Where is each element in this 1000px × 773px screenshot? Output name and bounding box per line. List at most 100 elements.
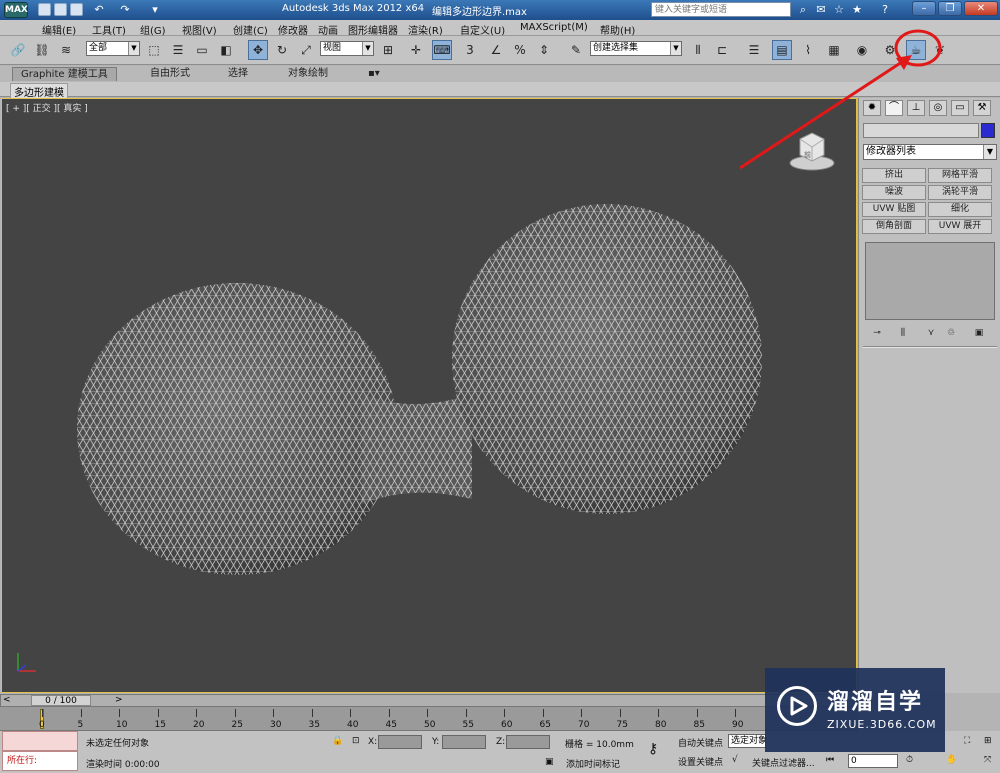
time-config-icon[interactable]: ⏱ (906, 755, 913, 765)
bevel-profile-button[interactable]: 倒角剖面 (862, 219, 926, 234)
restore-button[interactable]: ❐ (938, 1, 962, 16)
time-tag-icon[interactable]: ▣ (545, 757, 554, 767)
menu-tools[interactable]: 工具(T) (92, 22, 126, 37)
set-key-label[interactable]: 设置关键点 (678, 755, 723, 768)
rectangular-selection-icon[interactable]: ▭ (192, 40, 212, 60)
z-coordinate-field[interactable] (506, 735, 550, 749)
named-selection-select[interactable]: 创建选择集 ▼ (590, 41, 682, 56)
ribbon-options-icon[interactable]: ▪▾ (360, 67, 388, 81)
add-time-tag-label[interactable]: 添加时间标记 (566, 757, 620, 770)
extrude-button[interactable]: 挤出 (862, 168, 926, 183)
link-icon[interactable]: 🔗 (8, 40, 28, 60)
viewport-label[interactable]: [ + ][ 正交 ][ 真实 ] (6, 101, 88, 114)
show-end-result-icon[interactable]: ⫼ (895, 326, 911, 340)
menu-views[interactable]: 视图(V) (182, 22, 217, 37)
select-rotate-icon[interactable]: ↻ (272, 40, 292, 60)
menu-modifiers[interactable]: 修改器 (278, 22, 308, 37)
create-tab-icon[interactable]: ✹ (863, 100, 881, 116)
tab-graphite-modeling[interactable]: Graphite 建模工具 (12, 67, 117, 81)
percent-snap-icon[interactable]: % (510, 40, 530, 60)
motion-tab-icon[interactable]: ◎ (929, 100, 947, 116)
selected-objects-select[interactable]: 选定对象 (728, 734, 767, 748)
select-manipulate-icon[interactable]: ✛ (406, 40, 426, 60)
minimize-button[interactable]: – (912, 1, 936, 16)
favorites-icon[interactable]: ☆ (832, 3, 846, 17)
new-file-icon[interactable] (38, 3, 51, 16)
hierarchy-tab-icon[interactable]: ⊥ (907, 100, 925, 116)
window-crossing-icon[interactable]: ◧ (216, 40, 236, 60)
spinner-snap-icon[interactable]: ⇕ (534, 40, 554, 60)
turbosmooth-button[interactable]: 涡轮平滑 (928, 185, 992, 200)
layer-manager-icon[interactable]: ☰ (744, 40, 764, 60)
viewcube[interactable]: 前 (788, 127, 836, 171)
key-filters-button[interactable]: 关键点过滤器... (752, 756, 815, 769)
render-production-icon[interactable]: ❦ (930, 40, 950, 60)
maxscript-listener-input[interactable] (2, 731, 78, 751)
edit-named-selection-icon[interactable]: ✎ (566, 40, 586, 60)
menu-help[interactable]: 帮助(H) (600, 22, 635, 37)
help-icon[interactable]: ? (878, 3, 892, 17)
make-unique-icon[interactable]: ⋎ (923, 326, 939, 340)
meshsmooth-button[interactable]: 网格平滑 (928, 168, 992, 183)
slider-prev-icon[interactable]: < (3, 695, 11, 705)
unlink-icon[interactable]: ⛓ (32, 40, 52, 60)
close-button[interactable]: ✕ (964, 1, 998, 16)
material-editor-icon[interactable]: ◉ (852, 40, 872, 60)
communication-center-icon[interactable]: ✉ (814, 3, 828, 17)
tessellate-button[interactable]: 细化 (928, 202, 992, 217)
remove-modifier-icon[interactable]: ♲ (943, 326, 959, 340)
zoom-all-icon[interactable]: ⊞ (984, 736, 992, 746)
mirror-icon[interactable]: ⫴ (688, 40, 708, 60)
current-frame-field[interactable]: 0 (848, 754, 898, 768)
maximize-viewport-icon[interactable]: ⤧ (984, 755, 991, 765)
time-slider[interactable]: 0 / 100 < > (0, 694, 858, 707)
quick-access-dropdown-icon[interactable]: ▾ (148, 3, 162, 17)
track-bar[interactable]: 0 5 10 15 20 25 30 35 40 45 50 55 60 65 70 75 80 85 90 (0, 707, 858, 731)
select-scale-icon[interactable]: ⤢ (296, 40, 316, 60)
menu-group[interactable]: 组(G) (140, 22, 166, 37)
x-coordinate-field[interactable] (378, 735, 422, 749)
uvw-map-button[interactable]: UVW 贴图 (862, 202, 926, 217)
modifier-list-select[interactable]: 修改器列表 ▼ (863, 144, 997, 160)
modify-tab-icon[interactable]: ⌒ (885, 100, 903, 116)
lock-selection-icon[interactable]: 🔒 (332, 736, 343, 746)
configure-sets-icon[interactable]: ▣ (971, 326, 987, 340)
reference-coordinate-select[interactable]: 视图 ▼ (320, 41, 374, 56)
menu-animation[interactable]: 动画 (318, 22, 338, 37)
render-setup-icon[interactable]: ⚙ (880, 40, 900, 60)
absolute-mode-icon[interactable]: ⊡ (352, 736, 360, 746)
rendered-frame-window-icon[interactable]: ☕ (906, 40, 926, 60)
help-search-input[interactable] (651, 2, 791, 17)
menu-edit[interactable]: 编辑(E) (42, 22, 76, 37)
noise-button[interactable]: 噪波 (862, 185, 926, 200)
keyboard-shortcut-override-icon[interactable]: ⌨ (432, 40, 452, 60)
tab-freeform[interactable]: 自由形式 (142, 67, 198, 81)
go-to-start-icon[interactable]: ⏮ (826, 755, 834, 765)
align-icon[interactable]: ⊏ (712, 40, 732, 60)
pivot-center-icon[interactable]: ⊞ (378, 40, 398, 60)
unwrap-uvw-button[interactable]: UVW 展开 (928, 219, 992, 234)
select-object-icon[interactable]: ⬚ (144, 40, 164, 60)
select-move-icon[interactable]: ✥ (248, 40, 268, 60)
y-coordinate-field[interactable] (442, 735, 486, 749)
snaps-toggle-icon[interactable]: 3 (460, 40, 480, 60)
redo-icon[interactable]: ↷ (118, 3, 132, 17)
modifier-stack[interactable] (865, 242, 995, 320)
object-name-field[interactable] (863, 123, 979, 138)
undo-icon[interactable]: ↶ (92, 3, 106, 17)
slider-next-icon[interactable]: > (115, 695, 123, 705)
utilities-tab-icon[interactable]: ⚒ (973, 100, 991, 116)
maxscript-line[interactable]: 所在行: (2, 751, 78, 771)
menu-customize[interactable]: 自定义(U) (460, 22, 505, 37)
app-menu-button[interactable]: MAX (4, 2, 28, 18)
binoculars-icon[interactable]: ⌕ (796, 3, 810, 17)
object-color-swatch[interactable] (981, 123, 995, 138)
curve-icon[interactable]: √ (732, 755, 738, 765)
zoom-extents-icon[interactable]: ⛶ (964, 736, 970, 746)
angle-snap-icon[interactable]: ∠ (486, 40, 506, 60)
selection-filter-select[interactable]: 全部 ▼ (86, 41, 140, 56)
pin-stack-icon[interactable]: ⊸ (869, 326, 885, 340)
menu-rendering[interactable]: 渲染(R) (408, 22, 443, 37)
schematic-view-icon[interactable]: ▦ (824, 40, 844, 60)
save-file-icon[interactable] (70, 3, 83, 16)
